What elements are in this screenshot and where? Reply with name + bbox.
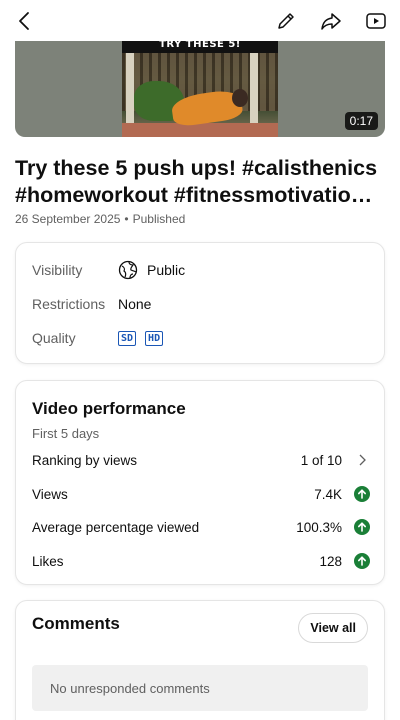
quality-label: Quality xyxy=(32,330,76,346)
likes-label: Likes xyxy=(32,553,64,569)
separator-dot: • xyxy=(124,212,129,226)
publish-status: Published xyxy=(132,212,186,226)
top-app-bar xyxy=(0,0,400,42)
likes-value: 128 xyxy=(319,553,342,569)
video-meta: 26 September 2025 • Published xyxy=(15,212,185,226)
view-all-comments-button[interactable]: View all xyxy=(298,613,368,643)
visibility-row[interactable]: Visibility Public xyxy=(32,259,368,281)
video-performance-card: Video performance First 5 days Ranking b… xyxy=(15,380,385,585)
restrictions-row[interactable]: Restrictions None xyxy=(32,293,368,315)
video-duration: 0:17 xyxy=(344,112,378,130)
views-label: Views xyxy=(32,486,68,502)
thumbnail-ground xyxy=(122,123,278,137)
avg-viewed-value: 100.3% xyxy=(296,519,342,535)
video-title-line: #homeworkout #fitnessmotivatio… xyxy=(15,183,373,207)
video-title: Try these 5 push ups! #calisthenics #hom… xyxy=(15,155,387,209)
arrow-up-icon xyxy=(354,553,370,569)
likes-row: Likes 128 xyxy=(32,550,370,572)
video-title-line: Try these 5 push ups! #calisthenics xyxy=(15,156,378,180)
visibility-label: Visibility xyxy=(32,262,83,278)
publish-date: 26 September 2025 xyxy=(15,212,121,226)
views-row: Views 7.4K xyxy=(32,483,370,505)
comments-title: Comments xyxy=(32,614,120,633)
avg-viewed-row: Average percentage viewed 100.3% xyxy=(32,516,370,538)
views-value: 7.4K xyxy=(314,486,342,502)
pencil-icon[interactable] xyxy=(274,9,298,33)
no-comments-message: No unresponded comments xyxy=(32,665,368,711)
performance-period: First 5 days xyxy=(32,426,100,441)
restrictions-label: Restrictions xyxy=(32,296,106,312)
ranking-row[interactable]: Ranking by views 1 of 10 xyxy=(32,449,370,471)
ranking-label: Ranking by views xyxy=(32,452,138,468)
arrow-up-icon xyxy=(354,519,370,535)
performance-title: Video performance xyxy=(32,399,186,418)
globe-icon xyxy=(118,260,138,280)
visibility-value: Public xyxy=(147,262,186,278)
video-details-card: Visibility Public Restrictions None Qual… xyxy=(15,242,385,364)
restrictions-value: None xyxy=(118,296,152,312)
thumbnail-caption: TRY THESE 5! xyxy=(159,41,241,50)
no-comments-text: No unresponded comments xyxy=(50,680,210,696)
video-thumbnail[interactable]: TRY THESE 5! 0:17 xyxy=(15,41,385,137)
sd-quality-badge: SD xyxy=(118,330,137,346)
arrow-up-icon xyxy=(354,486,370,502)
youtube-play-icon[interactable] xyxy=(364,9,388,33)
ranking-value: 1 of 10 xyxy=(300,452,342,468)
chevron-right-icon xyxy=(354,454,370,466)
back-arrow-icon[interactable] xyxy=(12,9,36,33)
hd-quality-badge: HD xyxy=(145,330,164,346)
quality-row: Quality SD HD xyxy=(32,327,368,349)
thumbnail-head xyxy=(232,89,248,107)
share-icon[interactable] xyxy=(319,9,343,33)
avg-viewed-label: Average percentage viewed xyxy=(32,519,200,535)
comments-card: Comments View all No unresponded comment… xyxy=(15,600,385,720)
thumbnail-frame: TRY THESE 5! xyxy=(122,41,278,137)
